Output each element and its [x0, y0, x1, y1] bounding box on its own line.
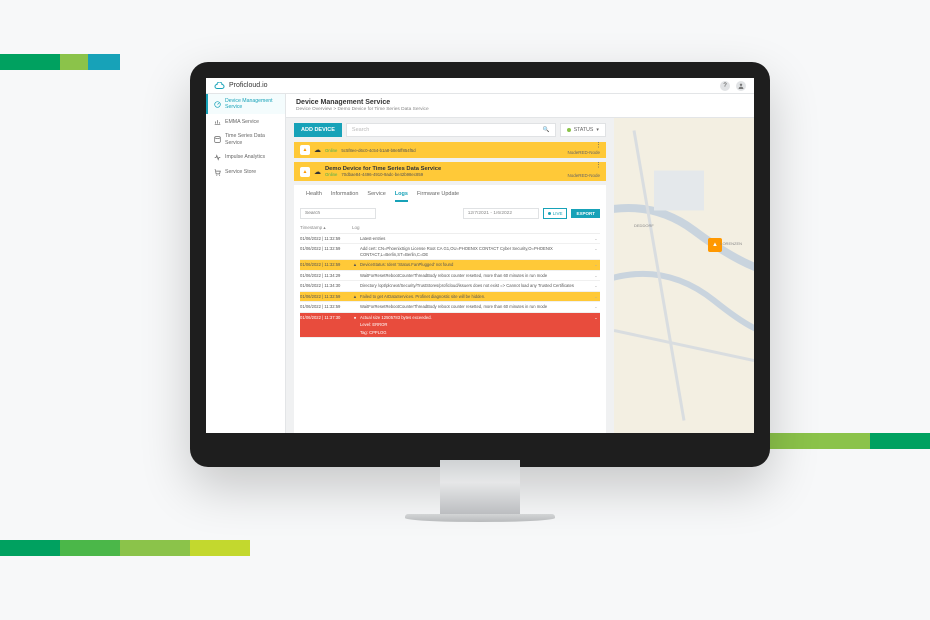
add-device-button[interactable]: ADD DEVICE	[294, 123, 342, 137]
location-map[interactable]: DEDDORF LORENZEN	[614, 118, 754, 433]
log-row[interactable]: 01/06/2022 | 11:37:30●Actual size 125057…	[300, 313, 600, 338]
pulse-icon	[214, 154, 221, 161]
chevron-down-icon: ⌄	[592, 283, 600, 288]
cart-icon	[214, 169, 221, 176]
chevron-down-icon: ⌄	[592, 294, 600, 299]
chevron-down-icon: ▾	[596, 127, 599, 133]
page-header: Device Management Service Device Overvie…	[286, 94, 754, 118]
cloud-icon	[214, 82, 226, 90]
more-icon[interactable]: ⋮	[595, 165, 602, 168]
map-city-label: LORENZEN	[720, 241, 742, 246]
device-card[interactable]: ☁ Online5c5f8ee-d6c0-4c54-b1a8-b8e5ff854…	[294, 142, 606, 158]
brand-logo: Proficloud.io	[214, 82, 268, 90]
tab-information[interactable]: Information	[331, 191, 359, 202]
level-icon: ●	[352, 315, 358, 320]
log-row[interactable]: 01/06/2022 | 11:32:59Add cert: CN=Phoeni…	[300, 244, 600, 260]
map-city-label: DEDDORF	[634, 223, 654, 228]
tab-health[interactable]: Health	[306, 191, 322, 202]
chevron-down-icon: ⌄	[592, 246, 600, 251]
tab-service[interactable]: Service	[367, 191, 385, 202]
node-label: NodeRED-Node	[567, 173, 600, 178]
warning-icon	[300, 167, 310, 177]
col-log[interactable]: Log	[352, 225, 600, 231]
page-title: Device Management Service	[296, 99, 744, 106]
chevron-down-icon: ⌄	[592, 304, 600, 309]
sidebar-item-emma[interactable]: EMMA Service	[206, 114, 285, 129]
device-card-selected[interactable]: ☁ Demo Device for Time Series Data Servi…	[294, 162, 606, 181]
chevron-down-icon: ⌄	[592, 236, 600, 241]
chart-icon	[214, 118, 221, 125]
cloud-icon: ☁	[314, 146, 321, 154]
breadcrumb[interactable]: Device Overview > Demo Device for Time S…	[296, 107, 744, 112]
cloud-icon: ☁	[314, 168, 321, 176]
status-dropdown[interactable]: STATUS ▾	[560, 123, 606, 137]
status-dot-icon	[567, 128, 571, 132]
chevron-down-icon: ⌄	[592, 273, 600, 278]
database-icon	[214, 136, 221, 143]
tab-logs[interactable]: Logs	[395, 191, 408, 202]
sidebar-item-impulse[interactable]: Impulse Analytics	[206, 150, 285, 165]
export-button[interactable]: EXPORT	[571, 209, 600, 218]
sidebar-item-time-series[interactable]: Time Series Data Service	[206, 129, 285, 149]
col-timestamp[interactable]: Timestamp ▴	[300, 225, 352, 231]
tabs: Health Information Service Logs Firmware…	[294, 185, 606, 202]
more-icon[interactable]: ⋮	[595, 145, 602, 148]
level-icon: ▲	[352, 262, 358, 267]
avatar-icon	[738, 83, 744, 89]
log-row[interactable]: 01/06/2022 | 11:32:59Latest-entries⌄	[300, 234, 600, 244]
date-range-input[interactable]	[463, 208, 539, 219]
node-label: NodeRED-Node	[567, 150, 600, 155]
log-row[interactable]: 01/06/2022 | 11:32:59▲DeviceStatus: Iden…	[300, 260, 600, 270]
level-icon: ▲	[352, 294, 358, 299]
sidebar: Device Management Service EMMA Service T…	[206, 94, 286, 433]
log-row[interactable]: 01/06/2022 | 11:34:30Directory /opt/plcn…	[300, 281, 600, 291]
chevron-down-icon: ⌄	[592, 262, 600, 267]
log-search-input[interactable]	[300, 208, 376, 219]
chevron-down-icon: ⌄	[592, 315, 600, 320]
sidebar-item-device-management[interactable]: Device Management Service	[206, 94, 285, 114]
search-input[interactable]: Search 🔍	[346, 123, 556, 137]
help-icon[interactable]: ?	[720, 81, 730, 91]
warning-icon	[300, 145, 310, 155]
gauge-icon	[214, 101, 221, 108]
log-row[interactable]: 01/06/2022 | 11:32:59▲Failed to get ArDa…	[300, 292, 600, 302]
log-row[interactable]: 01/06/2022 | 11:34:29WaitForResetRebootC…	[300, 271, 600, 281]
live-toggle[interactable]: LIVE	[543, 208, 568, 219]
tab-firmware[interactable]: Firmware Update	[417, 191, 459, 202]
search-icon: 🔍	[543, 127, 550, 133]
user-icon[interactable]	[736, 81, 746, 91]
log-row[interactable]: 01/06/2022 | 11:32:59WaitForResetRebootC…	[300, 302, 600, 312]
sidebar-item-store[interactable]: Service Store	[206, 165, 285, 180]
